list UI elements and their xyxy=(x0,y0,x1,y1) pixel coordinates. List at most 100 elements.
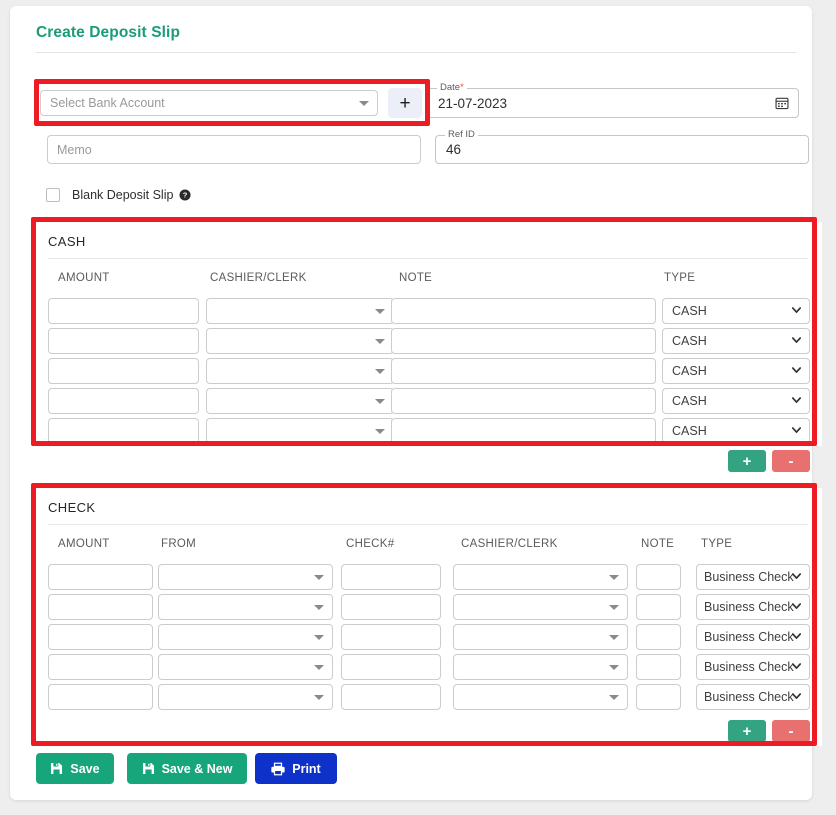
chevron-down-icon xyxy=(609,575,619,580)
check-section-title: CHECK xyxy=(48,500,96,515)
check-col-from: FROM xyxy=(161,538,197,550)
check-cashier-clerk-select[interactable] xyxy=(453,624,628,650)
cash-note-input[interactable] xyxy=(391,418,656,444)
cash-cashier-clerk-select[interactable] xyxy=(206,358,394,384)
svg-text:?: ? xyxy=(183,191,188,200)
check-type-value: Business Check xyxy=(704,570,794,584)
check-number-input[interactable] xyxy=(341,684,441,710)
cash-type-select[interactable]: CASH xyxy=(662,388,810,414)
cash-cashier-clerk-select[interactable] xyxy=(206,418,394,444)
check-col-check-no: CHECK# xyxy=(346,538,395,550)
check-amount-input[interactable] xyxy=(48,654,153,680)
cash-type-select[interactable]: CASH xyxy=(662,298,810,324)
check-type-select[interactable]: Business Check xyxy=(696,564,810,590)
save-button-label: Save xyxy=(70,761,100,776)
check-add-row-button[interactable]: + xyxy=(728,720,766,742)
check-number-input[interactable] xyxy=(341,594,441,620)
cash-amount-input[interactable] xyxy=(48,298,199,324)
chevron-down-icon xyxy=(791,427,802,433)
check-from-select[interactable] xyxy=(158,594,333,620)
check-cashier-clerk-select[interactable] xyxy=(453,564,628,590)
print-button[interactable]: Print xyxy=(255,753,337,784)
cash-section-title: CASH xyxy=(48,234,86,249)
cash-note-input[interactable] xyxy=(391,328,656,354)
cash-type-select[interactable]: CASH xyxy=(662,358,810,384)
chevron-down-icon xyxy=(791,693,802,699)
check-from-select[interactable] xyxy=(158,684,333,710)
cash-amount-input[interactable] xyxy=(48,328,199,354)
chevron-down-icon xyxy=(359,101,369,106)
check-note-input[interactable] xyxy=(636,684,681,710)
check-note-input[interactable] xyxy=(636,654,681,680)
check-type-select[interactable]: Business Check xyxy=(696,594,810,620)
save-button[interactable]: Save xyxy=(36,753,114,784)
check-section: CHECK AMOUNT FROM CHECK# CASHIER/CLERK N… xyxy=(36,488,822,746)
cash-col-type: TYPE xyxy=(664,272,696,284)
check-type-select[interactable]: Business Check xyxy=(696,684,810,710)
check-note-input[interactable] xyxy=(636,624,681,650)
check-from-select[interactable] xyxy=(158,624,333,650)
check-remove-row-button[interactable]: - xyxy=(772,720,810,742)
ref-id-field[interactable]: Ref ID 46 xyxy=(435,129,809,164)
check-remove-row-label: - xyxy=(788,722,794,740)
cash-cashier-clerk-select[interactable] xyxy=(206,328,394,354)
save-and-new-button-label: Save & New xyxy=(161,761,233,776)
chevron-down-icon xyxy=(791,307,802,313)
blank-deposit-slip-checkbox[interactable] xyxy=(46,188,60,202)
check-add-row-label: + xyxy=(742,722,752,740)
chevron-down-icon xyxy=(791,603,802,609)
chevron-down-icon xyxy=(791,633,802,639)
cash-note-input[interactable] xyxy=(391,388,656,414)
cash-note-input[interactable] xyxy=(391,358,656,384)
cash-cashier-clerk-select[interactable] xyxy=(206,298,394,324)
check-amount-input[interactable] xyxy=(48,594,153,620)
check-col-amount: AMOUNT xyxy=(58,538,110,550)
blank-deposit-slip-label: Blank Deposit Slip xyxy=(72,188,174,202)
ref-id-field-value: 46 xyxy=(446,142,462,157)
cash-add-row-button[interactable]: + xyxy=(728,450,766,472)
cash-note-input[interactable] xyxy=(391,298,656,324)
cash-col-amount: AMOUNT xyxy=(58,272,110,284)
chevron-down-icon xyxy=(791,367,802,373)
check-amount-input[interactable] xyxy=(48,624,153,650)
cash-cashier-clerk-select[interactable] xyxy=(206,388,394,414)
check-cashier-clerk-select[interactable] xyxy=(453,654,628,680)
chevron-down-icon xyxy=(375,369,385,374)
date-field[interactable]: Date* 21-07-2023 xyxy=(427,82,799,118)
check-cashier-clerk-select[interactable] xyxy=(453,594,628,620)
check-from-select[interactable] xyxy=(158,654,333,680)
cash-type-select[interactable]: CASH xyxy=(662,328,810,354)
blank-deposit-slip-row: Blank Deposit Slip ? xyxy=(46,188,192,202)
calendar-icon[interactable] xyxy=(775,96,789,110)
check-note-input[interactable] xyxy=(636,564,681,590)
bank-account-select[interactable]: Select Bank Account xyxy=(40,90,378,116)
help-circle-icon[interactable]: ? xyxy=(179,189,192,201)
check-type-select[interactable]: Business Check xyxy=(696,654,810,680)
check-from-select[interactable] xyxy=(158,564,333,590)
save-and-new-button[interactable]: Save & New xyxy=(127,753,247,784)
check-note-input[interactable] xyxy=(636,594,681,620)
check-amount-input[interactable] xyxy=(48,684,153,710)
chevron-down-icon xyxy=(375,339,385,344)
check-type-value: Business Check xyxy=(704,690,794,704)
add-bank-account-label: + xyxy=(399,92,411,114)
cash-amount-input[interactable] xyxy=(48,418,199,444)
check-cashier-clerk-select[interactable] xyxy=(453,684,628,710)
cash-amount-input[interactable] xyxy=(48,358,199,384)
cash-amount-input[interactable] xyxy=(48,388,199,414)
check-number-input[interactable] xyxy=(341,624,441,650)
cash-col-cashier-clerk: CASHIER/CLERK xyxy=(210,272,307,284)
chevron-down-icon xyxy=(791,663,802,669)
cash-type-select[interactable]: CASH xyxy=(662,418,810,444)
check-number-input[interactable] xyxy=(341,564,441,590)
cash-remove-row-button[interactable]: - xyxy=(772,450,810,472)
add-bank-account-button[interactable]: + xyxy=(388,88,422,118)
check-amount-input[interactable] xyxy=(48,564,153,590)
check-number-input[interactable] xyxy=(341,654,441,680)
cash-section: CASH AMOUNT CASHIER/CLERK NOTE TYPE CASH xyxy=(36,222,822,446)
check-col-type: TYPE xyxy=(701,538,733,550)
check-type-select[interactable]: Business Check xyxy=(696,624,810,650)
cash-col-note: NOTE xyxy=(399,272,433,284)
cash-type-value: CASH xyxy=(672,364,707,378)
memo-input[interactable] xyxy=(47,135,421,164)
